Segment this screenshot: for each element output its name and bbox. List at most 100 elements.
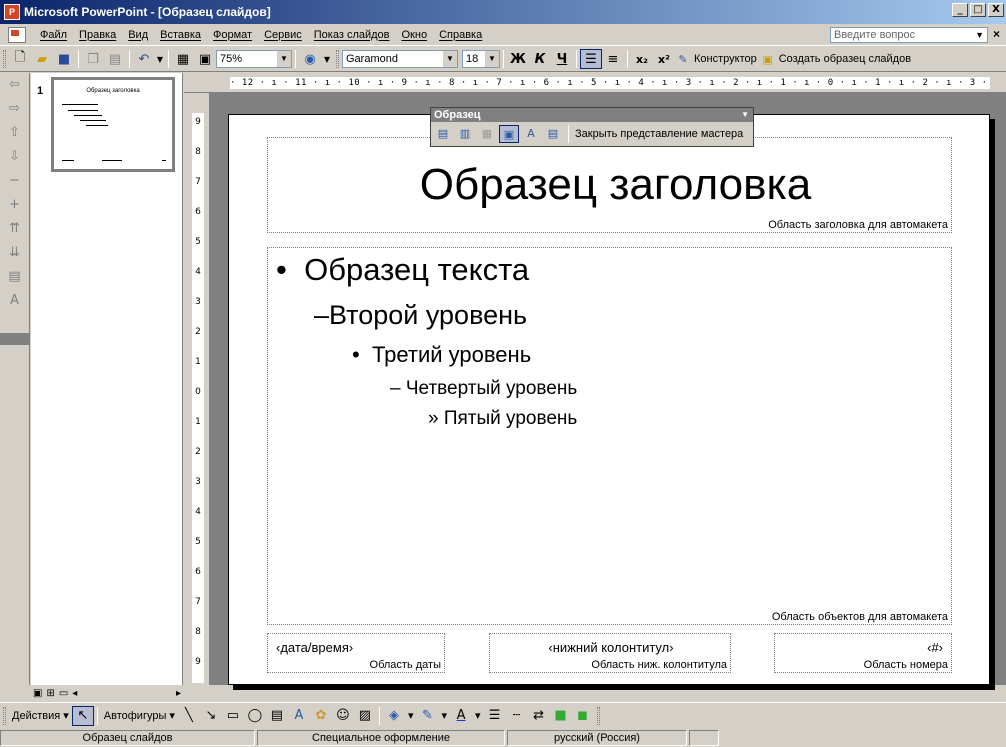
body-placeholder[interactable]: • Образец текста –Второй уровень • Трети…: [267, 247, 952, 625]
new-document-icon[interactable]: 🗋: [9, 49, 31, 69]
maximize-button[interactable]: □: [970, 3, 986, 17]
grid-icon[interactable]: ▦: [172, 49, 194, 69]
master-toolbar-title[interactable]: Образец ▼: [431, 108, 753, 122]
font-size-select[interactable]: 18 ▼: [462, 50, 500, 68]
close-button[interactable]: X: [988, 3, 1004, 17]
level-1-text[interactable]: • Образец текста: [276, 252, 529, 288]
chevron-down-icon[interactable]: ▼: [277, 51, 291, 67]
clipart-icon[interactable]: ☺: [332, 706, 354, 726]
textbox-icon[interactable]: ▤: [266, 706, 288, 726]
preserve-master-icon[interactable]: ▣: [499, 125, 519, 143]
superscript-button[interactable]: x²: [653, 49, 675, 69]
delete-master-icon[interactable]: ▦: [477, 125, 497, 143]
designer-icon[interactable]: ✎: [675, 49, 691, 69]
move-up-icon[interactable]: ⇧: [4, 125, 26, 145]
number-placeholder[interactable]: ‹#› Область номера: [774, 633, 952, 673]
help-search-input[interactable]: Введите вопрос ▼: [830, 27, 988, 43]
menu-edit[interactable]: Правка: [73, 27, 122, 43]
promote-icon[interactable]: ⇦: [4, 77, 26, 97]
rename-master-icon[interactable]: A: [521, 125, 541, 143]
chevron-down-icon[interactable]: ▼: [443, 51, 457, 67]
toolbar-grip[interactable]: [3, 50, 6, 68]
document-icon[interactable]: [8, 26, 26, 43]
move-down-icon[interactable]: ⇩: [4, 149, 26, 169]
open-folder-icon[interactable]: ▰: [31, 49, 53, 69]
chevron-down-icon[interactable]: ▼: [972, 28, 987, 42]
font-color-dropdown[interactable]: ▾: [472, 709, 484, 722]
fill-color-dropdown[interactable]: ▾: [405, 709, 417, 722]
scroll-right-icon[interactable]: ▸: [174, 688, 183, 699]
expand-all-icon[interactable]: ⇊: [4, 245, 26, 265]
show-formatting-icon[interactable]: A: [4, 293, 26, 313]
menu-tools[interactable]: Сервис: [258, 27, 308, 43]
level-3-text[interactable]: • Третий уровень: [352, 342, 531, 368]
underline-button[interactable]: Ч: [551, 49, 573, 69]
insert-title-master-icon[interactable]: ▥: [455, 125, 475, 143]
master-layout-icon[interactable]: ▤: [543, 125, 563, 143]
menu-slideshow[interactable]: Показ слайдов: [308, 27, 396, 43]
line-style-icon[interactable]: ☰: [484, 706, 506, 726]
arrow-icon[interactable]: ↘: [200, 706, 222, 726]
insert-slide-master-icon[interactable]: ▤: [433, 125, 453, 143]
sorter-view-icon[interactable]: ⊞: [44, 688, 56, 699]
slideshow-view-icon[interactable]: ▭: [57, 688, 70, 699]
autoshapes-menu[interactable]: Автофигуры ▾: [101, 709, 178, 722]
title-placeholder[interactable]: Образец заголовка Область заголовка для …: [267, 137, 952, 233]
demote-icon[interactable]: ⇨: [4, 101, 26, 121]
powerpoint-icon[interactable]: P: [4, 4, 20, 20]
3d-icon[interactable]: ◼: [572, 706, 594, 726]
wordart-icon[interactable]: A: [288, 706, 310, 726]
level-4-text[interactable]: – Четвертый уровень: [390, 378, 577, 400]
font-select[interactable]: Garamond ▼: [342, 50, 458, 68]
collapse-icon[interactable]: −: [4, 173, 26, 193]
toolbar-grip[interactable]: [596, 706, 600, 725]
designer-button[interactable]: Конструктор: [691, 53, 760, 65]
chevron-down-icon[interactable]: ▼: [741, 108, 749, 122]
collapse-all-icon[interactable]: ⇈: [4, 221, 26, 241]
menu-format[interactable]: Формат: [207, 27, 258, 43]
picture-icon[interactable]: ▨: [354, 706, 376, 726]
slide-master[interactable]: Образец заголовка Область заголовка для …: [228, 114, 990, 685]
oval-icon[interactable]: ◯: [244, 706, 266, 726]
italic-button[interactable]: К: [529, 49, 551, 69]
line-color-dropdown[interactable]: ▾: [438, 709, 450, 722]
minimize-button[interactable]: _: [952, 3, 968, 17]
chevron-down-icon[interactable]: ▼: [485, 51, 499, 67]
toolbar-options-icon[interactable]: ▼: [321, 49, 333, 69]
undo-dropdown-icon[interactable]: ▼: [155, 49, 165, 69]
undo-icon[interactable]: ↶: [133, 49, 155, 69]
slide-view-icon[interactable]: ▣: [194, 49, 216, 69]
align-left-icon[interactable]: ☰: [580, 49, 602, 69]
actions-menu[interactable]: Действия ▾: [9, 709, 72, 722]
menu-help[interactable]: Справка: [433, 27, 488, 43]
date-placeholder[interactable]: ‹дата/время› Область даты: [267, 633, 445, 673]
align-center-icon[interactable]: ≡: [602, 49, 624, 69]
create-master-button[interactable]: Создать образец слайдов: [776, 53, 914, 65]
menu-window[interactable]: Окно: [396, 27, 434, 43]
normal-view-icon[interactable]: ▣: [31, 688, 44, 699]
toolbar-grip[interactable]: [336, 50, 339, 68]
line-icon[interactable]: ╲: [178, 706, 200, 726]
level-2-text[interactable]: –Второй уровень: [314, 300, 527, 331]
level-5-text[interactable]: » Пятый уровень: [428, 408, 577, 430]
menu-insert[interactable]: Вставка: [154, 27, 207, 43]
scroll-left-icon[interactable]: ◂: [70, 688, 79, 699]
menu-view[interactable]: Вид: [122, 27, 154, 43]
bold-button[interactable]: Ж: [507, 49, 529, 69]
slide-thumbnail[interactable]: Образец заголовка: [51, 77, 175, 172]
copy-icon[interactable]: ❐: [82, 49, 104, 69]
save-icon[interactable]: ■: [53, 49, 75, 69]
font-color-icon[interactable]: A: [450, 706, 472, 726]
help-icon[interactable]: ◉: [299, 49, 321, 69]
subscript-button[interactable]: x₂: [631, 49, 653, 69]
menu-file[interactable]: Файл: [34, 27, 73, 43]
new-master-icon[interactable]: ▣: [760, 49, 776, 69]
fill-color-icon[interactable]: ◈: [383, 706, 405, 726]
slide-title[interactable]: Образец заголовка: [268, 160, 953, 210]
arrow-style-icon[interactable]: ⇄: [528, 706, 550, 726]
document-close-button[interactable]: ×: [993, 27, 1000, 41]
expand-icon[interactable]: +: [4, 197, 26, 217]
paste-icon[interactable]: ▤: [104, 49, 126, 69]
rectangle-icon[interactable]: ▭: [222, 706, 244, 726]
close-master-view-button[interactable]: Закрыть представление мастера: [572, 128, 746, 140]
